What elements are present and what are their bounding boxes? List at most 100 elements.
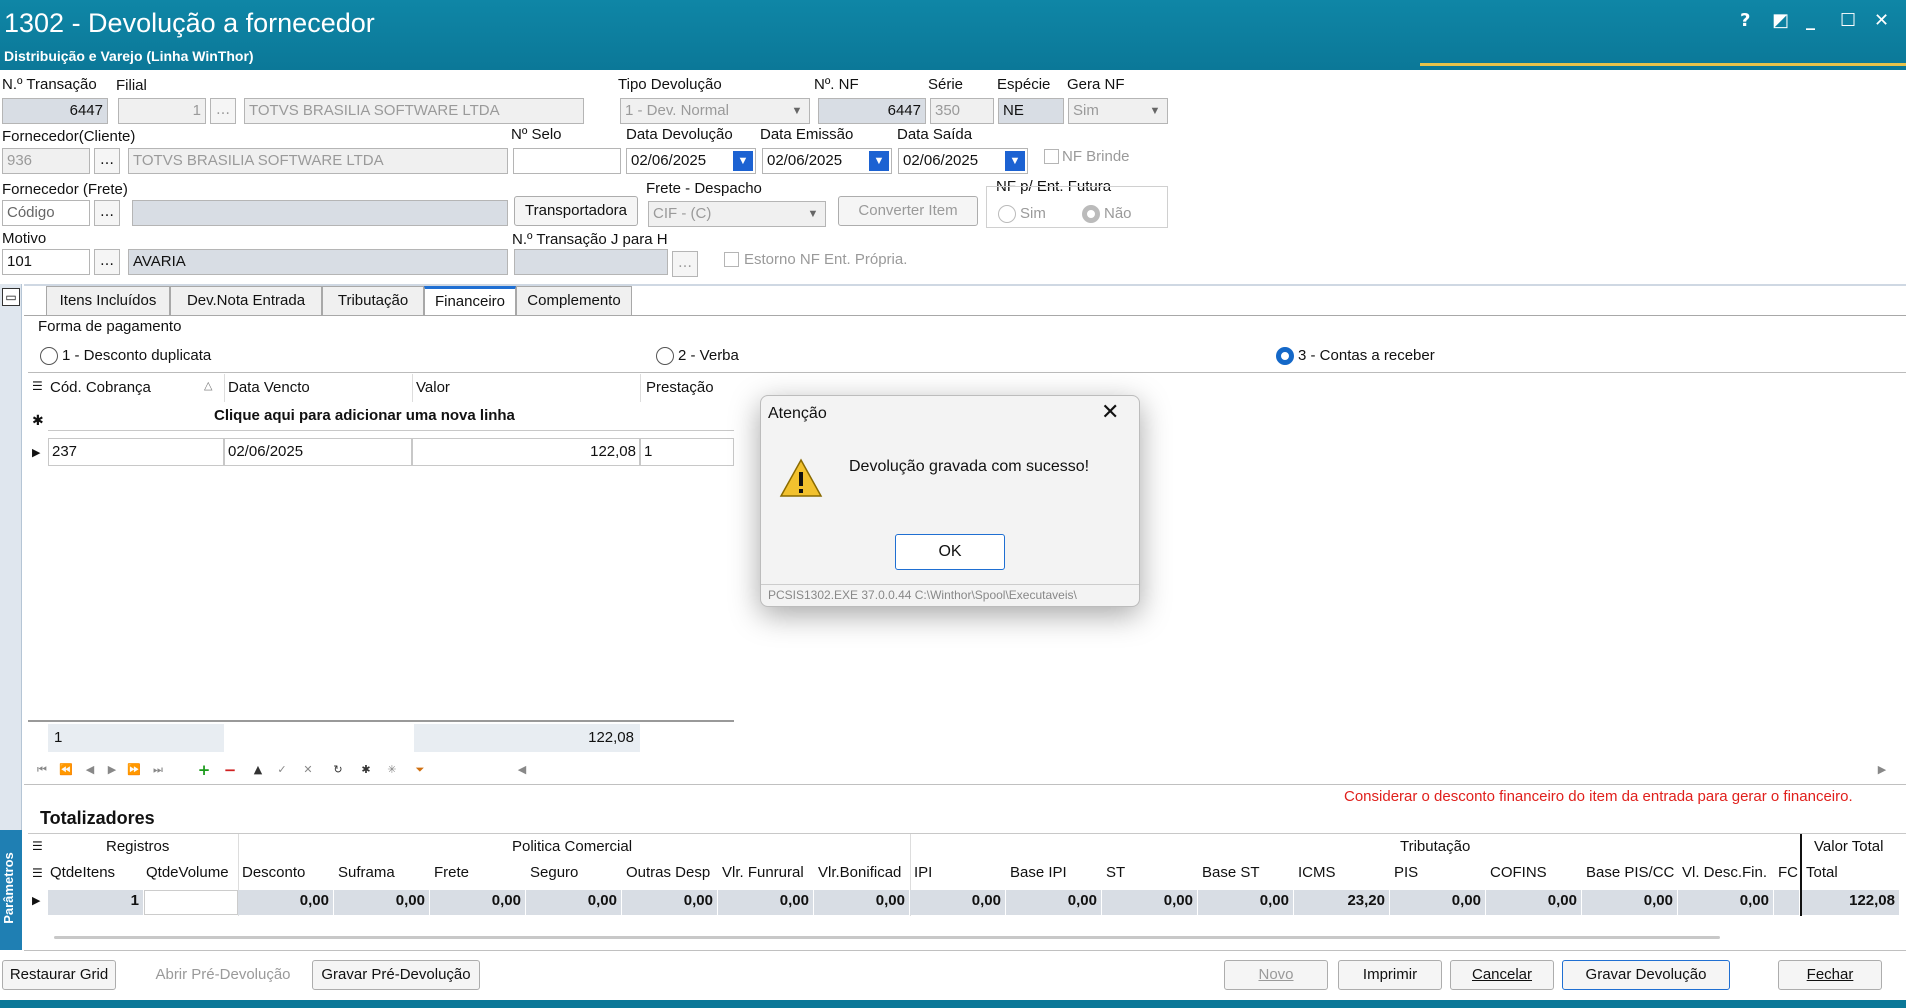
col-frete[interactable]: Frete xyxy=(434,864,469,881)
novo-button[interactable]: Novo xyxy=(1224,960,1328,990)
especie-field[interactable]: NE xyxy=(998,98,1064,124)
minimize-icon[interactable]: _ xyxy=(1806,10,1815,31)
cancelar-button[interactable]: Cancelar xyxy=(1450,960,1554,990)
motivo-code-field[interactable]: 101 xyxy=(2,249,90,275)
filial-code-field[interactable]: 1 xyxy=(118,98,206,124)
bookmark-icon[interactable]: ✱ xyxy=(356,760,376,780)
scroll-right-icon[interactable]: ▶ xyxy=(1872,760,1892,780)
col-suframa[interactable]: Suframa xyxy=(338,864,395,881)
data-emissao-field[interactable]: 02/06/2025 ▼ xyxy=(762,148,892,174)
table-row-prestacao[interactable]: 1 xyxy=(640,438,734,466)
next-record-icon[interactable]: ▶ xyxy=(102,760,122,780)
col-seguro[interactable]: Seguro xyxy=(530,864,578,881)
close-icon[interactable]: ✕ xyxy=(1874,10,1889,31)
tab-itens-incluidos[interactable]: Itens Incluídos xyxy=(46,286,170,316)
nf-futura-nao-radio[interactable] xyxy=(1082,205,1100,223)
table-row-data[interactable]: 02/06/2025 xyxy=(224,438,412,466)
help-icon[interactable]: ? xyxy=(1740,10,1750,31)
serie-field[interactable]: 350 xyxy=(930,98,994,124)
fechar-button[interactable]: Fechar xyxy=(1778,960,1882,990)
converter-item-button[interactable]: Converter Item xyxy=(838,196,978,226)
col-pis[interactable]: PIS xyxy=(1394,864,1418,881)
prev-record-icon[interactable]: ◀ xyxy=(80,760,100,780)
table-row-valor[interactable]: 122,08 xyxy=(412,438,640,466)
window-restore-icon[interactable]: ▭ xyxy=(2,288,20,306)
col-valor[interactable]: Valor xyxy=(416,379,450,396)
col-qtde-itens[interactable]: QtdeItens xyxy=(50,864,115,881)
tab-tributacao[interactable]: Tributação xyxy=(322,286,424,316)
gravar-devolucao-button[interactable]: Gravar Devolução xyxy=(1562,960,1730,990)
tab-financeiro[interactable]: Financeiro xyxy=(424,286,516,316)
selo-field[interactable] xyxy=(513,148,621,174)
fornecedor-code-field[interactable]: 936 xyxy=(2,148,90,174)
prev-page-icon[interactable]: ⏪ xyxy=(56,760,76,780)
col-outras-desp[interactable]: Outras Desp xyxy=(626,864,710,881)
frete-despacho-select[interactable]: CIF - (C) ▼ xyxy=(648,201,826,227)
refresh-icon[interactable]: ↻ xyxy=(328,760,348,780)
calendar-dropdown-icon[interactable]: ▼ xyxy=(733,151,753,171)
col-qtde-volume[interactable]: QtdeVolume xyxy=(146,864,229,881)
fornecedor-search-button[interactable]: … xyxy=(94,148,120,174)
col-vlr-funrural[interactable]: Vlr. Funrural xyxy=(722,864,810,881)
col-vlr-bonificad[interactable]: Vlr.Bonificad xyxy=(818,864,910,881)
abrir-pre-devolucao-button[interactable]: Abrir Pré-Devolução xyxy=(146,960,300,990)
frete-search-button[interactable]: … xyxy=(94,200,120,226)
verba-radio[interactable] xyxy=(656,347,674,365)
tab-complemento[interactable]: Complemento xyxy=(516,286,632,316)
horizontal-scrollbar[interactable] xyxy=(54,936,1720,939)
frete-codigo-field[interactable]: Código xyxy=(2,200,90,226)
nf-field-box[interactable]: 6447 xyxy=(818,98,926,124)
data-saida-field[interactable]: 02/06/2025 ▼ xyxy=(898,148,1028,174)
maximize-icon[interactable]: ☐ xyxy=(1840,10,1856,31)
delete-icon[interactable]: − xyxy=(220,760,240,780)
col-cod-cobranca[interactable]: Cód. Cobrança xyxy=(50,379,151,396)
tipo-devolucao-select[interactable]: 1 - Dev. Normal ▼ xyxy=(620,98,810,124)
dialog-close-icon[interactable]: ✕ xyxy=(1101,400,1119,425)
edit-icon[interactable]: ▲ xyxy=(248,760,268,780)
col-st[interactable]: ST xyxy=(1106,864,1125,881)
calendar-dropdown-icon[interactable]: ▼ xyxy=(869,151,889,171)
gera-nf-select[interactable]: Sim ▼ xyxy=(1068,98,1168,124)
restaurar-grid-button[interactable]: Restaurar Grid xyxy=(2,960,116,990)
imprimir-button[interactable]: Imprimir xyxy=(1338,960,1442,990)
transacao-j-search-button[interactable]: … xyxy=(672,251,698,277)
last-record-icon[interactable]: ⏭ xyxy=(148,760,168,780)
tot-column-chooser-icon[interactable]: ☰ xyxy=(32,839,43,853)
tab-dev-nota-entrada[interactable]: Dev.Nota Entrada xyxy=(170,286,322,316)
new-row-prompt[interactable]: Clique aqui para adicionar uma nova linh… xyxy=(214,407,515,424)
column-chooser-icon[interactable]: ☰ xyxy=(32,379,43,393)
gravar-pre-devolucao-button[interactable]: Gravar Pré-Devolução xyxy=(312,960,480,990)
restore-layout-icon[interactable]: ◩ xyxy=(1772,10,1789,31)
data-devolucao-field[interactable]: 02/06/2025 ▼ xyxy=(626,148,756,174)
col-cofins[interactable]: COFINS xyxy=(1490,864,1547,881)
col-fc[interactable]: FC xyxy=(1778,864,1798,881)
filter-icon[interactable]: ⏷ xyxy=(410,760,430,780)
desconto-duplicata-radio[interactable] xyxy=(40,347,58,365)
motivo-search-button[interactable]: … xyxy=(94,249,120,275)
goto-bookmark-icon[interactable]: ✳ xyxy=(382,760,402,780)
contas-receber-radio[interactable] xyxy=(1276,347,1294,365)
estorno-checkbox[interactable] xyxy=(724,252,739,267)
col-base-pis[interactable]: Base PIS/CC xyxy=(1586,864,1676,881)
calendar-dropdown-icon[interactable]: ▼ xyxy=(1005,151,1025,171)
filial-search-button[interactable]: … xyxy=(210,98,236,124)
col-prestacao[interactable]: Prestação xyxy=(646,379,714,396)
col-vl-desc-fin[interactable]: Vl. Desc.Fin. xyxy=(1682,864,1776,881)
table-row-cod[interactable]: 237 xyxy=(48,438,224,466)
col-base-ipi[interactable]: Base IPI xyxy=(1010,864,1067,881)
col-desconto[interactable]: Desconto xyxy=(242,864,305,881)
col-ipi[interactable]: IPI xyxy=(914,864,932,881)
first-record-icon[interactable]: ⏮ xyxy=(32,760,52,780)
next-page-icon[interactable]: ⏩ xyxy=(124,760,144,780)
ok-button[interactable]: OK xyxy=(895,534,1005,570)
col-data-vencto[interactable]: Data Vencto xyxy=(228,379,310,396)
transacao-j-field[interactable] xyxy=(514,249,668,275)
cancel-edit-icon[interactable]: ✕ xyxy=(298,760,318,780)
nf-futura-sim-radio[interactable] xyxy=(998,205,1016,223)
tot-row-chooser-icon[interactable]: ☰ xyxy=(32,866,43,880)
post-icon[interactable]: ✓ xyxy=(272,760,292,780)
scroll-left-icon[interactable]: ◀ xyxy=(512,760,532,780)
transacao-field[interactable]: 6447 xyxy=(2,98,108,124)
col-total[interactable]: Total xyxy=(1806,864,1838,881)
transportadora-button[interactable]: Transportadora xyxy=(514,196,638,226)
